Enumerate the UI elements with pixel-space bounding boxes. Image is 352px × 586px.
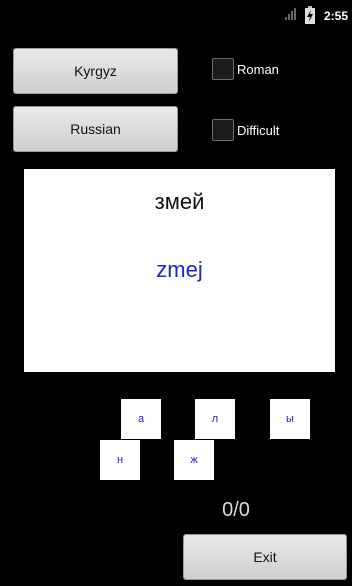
score-text: 0/0 <box>222 499 250 521</box>
exit-button-label: Exit <box>253 549 277 565</box>
russian-button[interactable]: Russian <box>13 106 178 152</box>
romanized-word: zmej <box>156 257 203 282</box>
word-card: змей zmej <box>24 169 335 372</box>
signal-icon <box>285 8 296 20</box>
roman-checkbox[interactable] <box>212 58 234 80</box>
score-counter: 0/0 <box>0 499 352 522</box>
kyrgyz-button-label: Kyrgyz <box>74 63 117 79</box>
letter-tile[interactable]: ы <box>270 399 310 439</box>
roman-label: Roman <box>237 62 279 77</box>
difficult-label: Difficult <box>237 123 280 138</box>
native-word: змей <box>154 189 205 214</box>
status-time: 2:55 <box>323 9 348 23</box>
letter-tile[interactable]: н <box>100 440 140 480</box>
difficult-checkbox[interactable] <box>212 119 234 141</box>
status-bar: 2:55 <box>0 0 352 28</box>
battery-charging-icon <box>305 6 315 24</box>
letter-tile[interactable]: л <box>195 399 235 439</box>
russian-button-label: Russian <box>70 121 121 137</box>
letter-tile[interactable]: ж <box>174 440 214 480</box>
kyrgyz-button[interactable]: Kyrgyz <box>13 48 178 94</box>
letter-tile[interactable]: а <box>121 399 161 439</box>
exit-button[interactable]: Exit <box>183 534 347 580</box>
